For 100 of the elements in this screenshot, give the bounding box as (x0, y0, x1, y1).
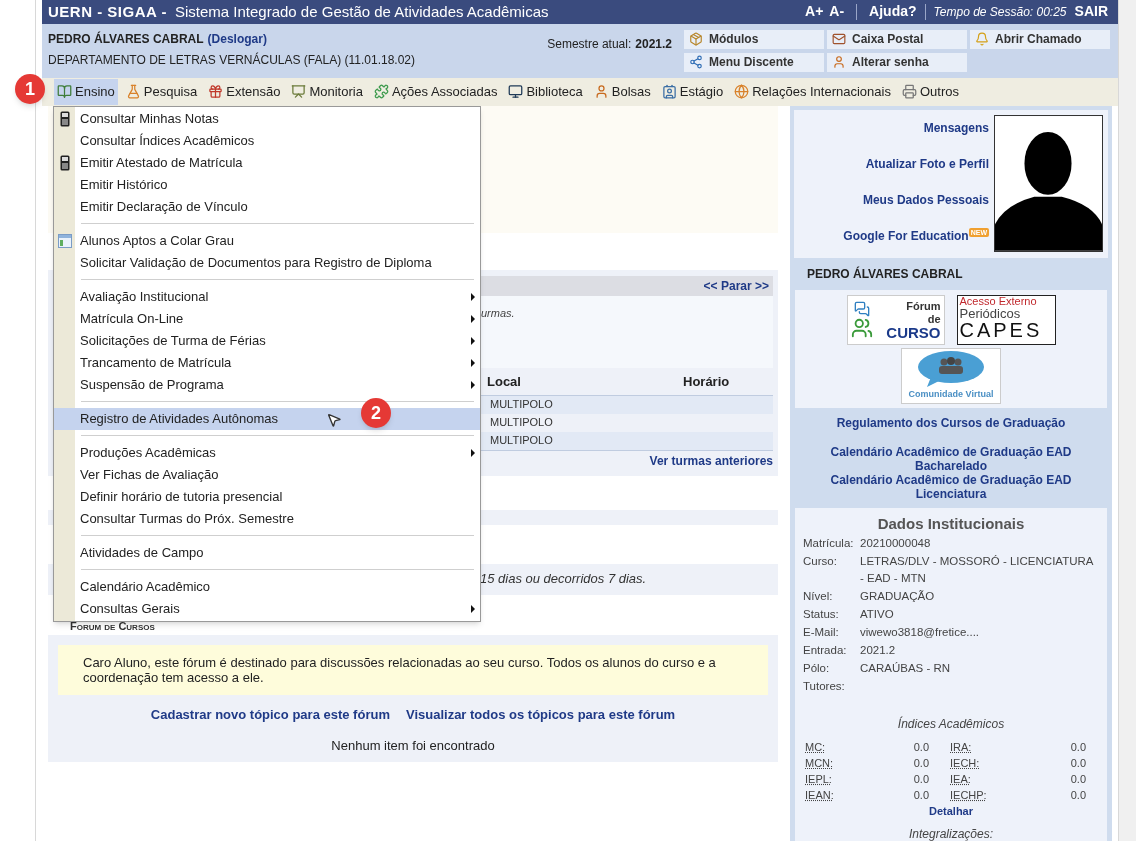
submenu-arrow-icon (471, 604, 475, 613)
presentation-icon (291, 84, 307, 100)
index-value: 0.0 (1069, 771, 1086, 787)
speech-bubbles-icon (853, 300, 870, 317)
index-label: IECHP: (950, 787, 987, 803)
globe-icon (734, 84, 750, 100)
department-name: DEPARTAMENTO DE LETRAS VERNÁCULAS (FALA) (11.01.18.02) (48, 51, 415, 69)
menu-tab[interactable]: Ensino (54, 78, 118, 105)
people-icon (850, 316, 873, 339)
menu-item[interactable]: Atividades de Campo (54, 541, 480, 564)
index-label: IRA: (950, 739, 972, 755)
menu-tab[interactable]: Estágio (658, 78, 727, 105)
module-button[interactable]: Caixa Postal (827, 29, 967, 49)
pause-link[interactable]: << Parar >> (703, 276, 769, 295)
module-button[interactable]: Módulos (684, 29, 824, 49)
field-label: Status: (803, 606, 840, 622)
menu-tab[interactable]: Ações Associadas (370, 78, 501, 105)
menu-item[interactable]: Consultas Gerais (54, 597, 480, 620)
field-label: Pólo: (803, 660, 831, 676)
menu-tab[interactable]: Bolsas (590, 78, 654, 105)
menu-item[interactable]: Ver Fichas de Avaliação (54, 463, 480, 486)
community-banner[interactable]: Comunidade Virtual (901, 347, 1001, 404)
index-label: IECH: (950, 755, 980, 771)
logout-button[interactable]: SAIR (1074, 1, 1108, 23)
font-decrease-button[interactable]: A- (829, 1, 845, 23)
flask-icon (125, 84, 141, 100)
field-value: GRADUAÇÃO (860, 588, 935, 604)
speech-bubble-people-icon (917, 350, 985, 388)
document-link[interactable]: Calendário Acadêmico de Graduação EAD Bacharelado (812, 444, 1090, 473)
forum-link[interactable]: Cadastrar novo tópico para este fórum (150, 704, 390, 724)
forum-banner[interactable]: Fórum de CURSO (846, 294, 945, 345)
field-value: 20210000048 (860, 535, 931, 551)
document-link[interactable]: Regulamento dos Cursos de Graduação (836, 415, 1066, 430)
menu-item[interactable]: Solicitar Validação de Documentos para Registro de Diploma (54, 251, 480, 274)
card-title: Dados Institucionais (876, 513, 1026, 534)
field-label: Curso: (803, 553, 838, 569)
forum-message: Caro Aluno, este fórum é destinado para discussões relacionadas ao seu curso. Todos os alunos do curso e a coordenação tem acesso a ele. (58, 644, 768, 695)
banner-text: Acesso Externo (959, 295, 1038, 307)
menu-item[interactable]: Definir horário de tutoria presencial (54, 485, 480, 508)
field-value: viwewo3818@fretice.... (860, 624, 980, 640)
menu-tab[interactable]: Relações Internacionais (731, 78, 894, 105)
index-value: 0.0 (912, 755, 929, 771)
document-link[interactable]: Calendário Acadêmico de Graduação EAD Licenciatura (812, 472, 1090, 501)
person-icon (832, 55, 846, 70)
profile-link[interactable]: Meus Dados Pessoais (862, 191, 989, 208)
menu-item[interactable]: Avaliação Institucional (54, 285, 480, 308)
menu-item[interactable]: Produções Acadêmicas (54, 441, 480, 464)
forum-link[interactable]: Visualizar todos os tópicos para este fórum (405, 704, 676, 724)
index-value: 0.0 (912, 787, 929, 803)
menu-item[interactable]: Matrícula On-Line (54, 307, 480, 330)
puzzle-icon (373, 84, 389, 100)
id-card-icon (661, 84, 677, 100)
semester-label: Semestre atual: (547, 35, 632, 53)
column-header: Horário (683, 373, 730, 391)
menu-item[interactable]: Emitir Atestado de Matrícula (54, 151, 480, 174)
detail-link[interactable]: Detalhar (929, 802, 973, 819)
section-title: Forum de Cursos (70, 618, 156, 633)
logout-link[interactable]: (Deslogar) (207, 29, 267, 48)
capes-banner[interactable]: Acesso Externo Periódicos CAPES (956, 294, 1056, 345)
profile-link[interactable]: Mensagens (923, 119, 989, 136)
menu-tab[interactable]: Pesquisa (122, 78, 201, 105)
field-value: LETRAS/DLV - MOSSORÓ - LICENCIATURA - EAD - MTN (860, 553, 1095, 586)
index-value: 0.0 (912, 771, 929, 787)
menu-tab[interactable]: Outros (898, 78, 962, 105)
module-button[interactable]: Abrir Chamado (970, 29, 1110, 49)
index-label: IEPL: (805, 771, 832, 787)
module-button[interactable]: Alterar senha (827, 52, 967, 72)
menu-item[interactable]: Trancamento de Matrícula (54, 351, 480, 374)
menu-item[interactable]: Solicitações de Turma de Férias (54, 329, 480, 352)
index-value: 0.0 (1069, 755, 1086, 771)
menu-tab[interactable]: Extensão (205, 78, 284, 105)
menu-tab[interactable]: Monitoria (288, 78, 366, 105)
profile-link[interactable]: Google For Education (843, 227, 969, 244)
student-name: PEDRO ÁLVARES CABRAL (807, 265, 963, 283)
menu-item[interactable]: Consultar Turmas do Próx. Semestre (54, 507, 480, 530)
menu-item[interactable]: Suspensão de Programa (54, 373, 480, 396)
index-label: MCN: (805, 755, 834, 771)
menu-tab[interactable]: Biblioteca (505, 78, 586, 105)
index-label: IEA: (950, 771, 971, 787)
index-value: 0.0 (1069, 739, 1086, 755)
calculator-icon (59, 110, 70, 127)
previous-classes-link[interactable]: Ver turmas anteriores (649, 452, 773, 470)
banner-text: CURSO (886, 326, 941, 339)
module-button[interactable]: Menu Discente (684, 52, 824, 72)
menu-item[interactable]: Calendário Acadêmico (54, 575, 480, 598)
table-icon (57, 233, 72, 248)
font-increase-button[interactable]: A+ (805, 1, 824, 23)
help-link[interactable]: Ajuda? (869, 1, 917, 23)
profile-link[interactable]: Atualizar Foto e Perfil (865, 155, 989, 172)
calculator-icon (59, 154, 70, 171)
menu-item[interactable]: Consultar Índices Acadêmicos (54, 129, 480, 152)
banner-text: de (927, 313, 941, 326)
book-icon (57, 84, 72, 100)
field-value: 2021.2 (860, 642, 896, 658)
menu-item[interactable]: Consultar Minhas Notas (54, 107, 480, 130)
menu-item[interactable]: Alunos Aptos a Colar Grau (54, 229, 480, 252)
menu-item[interactable]: Emitir Histórico (54, 173, 480, 196)
menu-item[interactable]: Emitir Declaração de Vínculo (54, 195, 480, 218)
index-value: 0.0 (1069, 787, 1086, 803)
box-icon (689, 32, 703, 47)
